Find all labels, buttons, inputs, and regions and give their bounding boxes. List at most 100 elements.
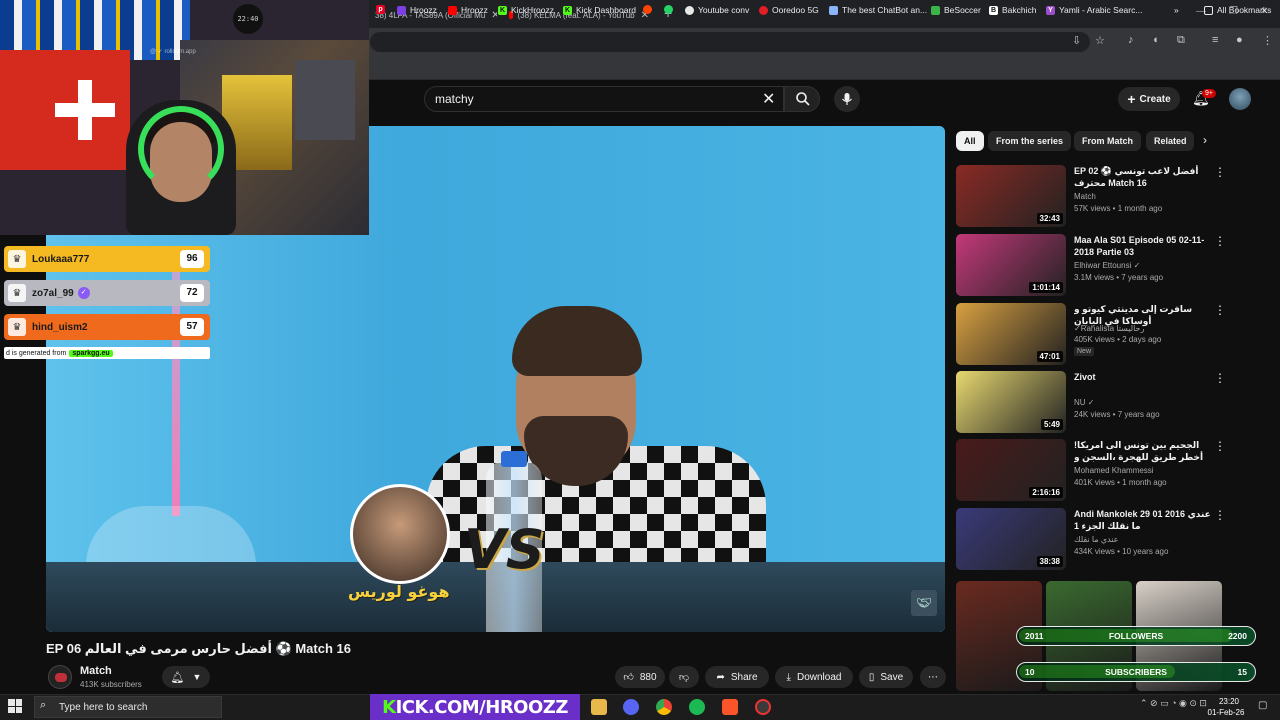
chip-from-match[interactable]: From Match bbox=[1074, 131, 1142, 151]
share-button[interactable]: ➦ Share bbox=[705, 666, 769, 688]
more-actions-button[interactable]: ⋯ bbox=[920, 666, 946, 688]
star-icon[interactable]: ☆ bbox=[1095, 34, 1105, 47]
more-icon[interactable]: ⋮ bbox=[1214, 165, 1226, 179]
spotify-icon[interactable] bbox=[689, 699, 705, 715]
channel-name[interactable]: Elhiwar Ettounsi ✓ bbox=[1074, 261, 1140, 270]
notification-center-icon[interactable]: ▢ bbox=[1258, 700, 1267, 711]
share-icon: ➦ bbox=[716, 671, 725, 683]
recommendation-item[interactable]: 38:38 Andi Mankolek 29 01 2016 عندي ما نق… bbox=[956, 508, 1226, 570]
bookmark-youtube-conv[interactable]: Youtube conv bbox=[685, 5, 749, 15]
recommendation-item[interactable]: 47:01 سافرت إلى مدينتي كيوتو و أوساكا في … bbox=[956, 303, 1226, 365]
chip-all[interactable]: All bbox=[956, 131, 984, 151]
bookmark-hroozz-twitch[interactable]: Hroozz bbox=[397, 5, 437, 15]
search-button[interactable] bbox=[784, 86, 820, 112]
bookmark-ooredoo[interactable]: Ooredoo 5G bbox=[759, 5, 819, 15]
channel-name[interactable]: Match bbox=[1074, 192, 1096, 201]
extensions-icon[interactable]: ⧉ bbox=[1177, 34, 1185, 47]
chevron-right-icon[interactable]: » bbox=[1174, 5, 1179, 15]
bookmark-kickhroozz[interactable]: K KickHroozz bbox=[498, 5, 554, 15]
chevron-right-icon[interactable]: › bbox=[1203, 133, 1207, 147]
chrome-icon[interactable] bbox=[656, 699, 672, 715]
install-icon[interactable]: ⇩ bbox=[1072, 34, 1081, 47]
subscription-bell-button[interactable]: 🔔︎ ▼ bbox=[162, 666, 210, 688]
account-avatar[interactable] bbox=[1229, 88, 1251, 110]
discord-icon[interactable] bbox=[623, 699, 639, 715]
video-duration: 1:01:14 bbox=[1029, 282, 1063, 293]
close-icon[interactable]: ✕ bbox=[762, 89, 775, 109]
audio-icon[interactable]: ◖ bbox=[1152, 34, 1159, 46]
windows-start-icon[interactable] bbox=[8, 699, 22, 713]
save-label: Save bbox=[880, 671, 904, 683]
leaderboard-footer: d is generated from sparkgg.eu bbox=[4, 347, 210, 359]
bell-icon: 🔔︎ bbox=[170, 671, 185, 684]
obs-icon[interactable] bbox=[755, 699, 771, 715]
more-icon[interactable]: ⋮ bbox=[1214, 371, 1226, 385]
close-icon[interactable]: ✕ bbox=[491, 10, 497, 21]
recommendation-item[interactable]: 1:01:14 Maa Ala S01 Episode 05 02-11-2018… bbox=[956, 234, 1226, 296]
more-icon[interactable]: ⋮ bbox=[1214, 508, 1226, 522]
voice-search-button[interactable] bbox=[834, 86, 860, 112]
pinterest-icon[interactable]: p bbox=[376, 5, 389, 14]
media-icon[interactable]: ≡ bbox=[1212, 34, 1218, 46]
create-label: Create bbox=[1139, 93, 1171, 105]
like-button[interactable]: 👍︎ 880 bbox=[615, 666, 665, 688]
channel-name[interactable]: Match bbox=[80, 665, 112, 677]
more-icon[interactable]: ⋮ bbox=[1214, 439, 1226, 453]
video-thumbnail[interactable]: 1:01:14 bbox=[956, 234, 1066, 296]
reddit-icon[interactable] bbox=[643, 5, 656, 14]
video-title[interactable]: Maa Ala S01 Episode 05 02-11-2018 Partie… bbox=[1074, 234, 1212, 258]
thumbs-down-icon: 👎︎ bbox=[678, 672, 690, 683]
video-meta: 24K views • 7 years ago bbox=[1074, 410, 1160, 419]
chatbot-icon bbox=[829, 5, 838, 15]
bookmark-yamli[interactable]: Y Yamli - Arabic Searc... bbox=[1046, 5, 1142, 15]
more-icon[interactable]: ⋮ bbox=[1214, 234, 1226, 248]
kick-banner: K ICK.COM/HROOZZ bbox=[370, 694, 580, 720]
system-tray[interactable]: ⌃ ⊘ ▭ ◔ ◉ ⊙ ⊡ bbox=[1140, 698, 1207, 709]
address-bar[interactable] bbox=[370, 32, 1090, 52]
kick-icon: K bbox=[498, 5, 507, 15]
channel-name[interactable]: NU ✓ bbox=[1074, 398, 1094, 407]
more-icon[interactable]: ⋮ bbox=[1214, 303, 1226, 317]
file-explorer-icon[interactable] bbox=[591, 699, 607, 715]
channel-name[interactable]: ✓Rahalista رحاليستا bbox=[1074, 324, 1144, 333]
save-button[interactable]: ▯ Save bbox=[859, 666, 913, 688]
chip-from-series[interactable]: From the series bbox=[988, 131, 1072, 151]
channel-avatar[interactable] bbox=[48, 665, 72, 689]
bookmark-hroozz-youtube[interactable]: Hroozz bbox=[448, 5, 488, 15]
video-title[interactable]: EP 02 ⚽️ أفضل لاعب تونسي محترف Match 16 bbox=[1074, 165, 1212, 189]
recommendation-item[interactable]: 32:43 EP 02 ⚽️ أفضل لاعب تونسي محترف Matc… bbox=[956, 165, 1226, 227]
whatsapp-icon[interactable] bbox=[664, 5, 677, 14]
music-icon[interactable]: ♪ bbox=[1128, 34, 1134, 46]
video-duration: 2:16:16 bbox=[1029, 487, 1063, 498]
download-button[interactable]: ⤓ Download bbox=[775, 666, 853, 688]
channel-name[interactable]: عندي ما نقلك bbox=[1074, 535, 1118, 544]
channel-name[interactable]: Mohamed Khammessi bbox=[1074, 466, 1154, 475]
search-input[interactable] bbox=[435, 92, 755, 106]
leaderboard-name: zo7al_99 bbox=[32, 287, 74, 299]
chip-related[interactable]: Related bbox=[1146, 131, 1194, 151]
dislike-button[interactable]: 👎︎ bbox=[669, 666, 699, 688]
menu-icon[interactable]: ⋮ bbox=[1262, 34, 1273, 47]
video-thumbnail[interactable]: 5:49 bbox=[956, 371, 1066, 433]
taskbar-time[interactable]: 23:20 bbox=[1214, 697, 1244, 706]
taskbar-search[interactable]: Type here to search bbox=[34, 696, 222, 718]
video-thumbnail[interactable]: 2:16:16 bbox=[956, 439, 1066, 501]
video-title[interactable]: Andi Mankolek 29 01 2016 عندي ما نقلك ال… bbox=[1074, 508, 1212, 532]
bookmark-bakchich[interactable]: B Bakchich bbox=[989, 5, 1037, 15]
video-thumbnail[interactable]: 32:43 bbox=[956, 165, 1066, 227]
video-duration: 32:43 bbox=[1036, 213, 1063, 224]
video-thumbnail[interactable]: 38:38 bbox=[956, 508, 1066, 570]
recommendation-item[interactable]: 2:16:16 الجحيم بين تونس الى امريكا! أخطر … bbox=[956, 439, 1226, 501]
brave-icon[interactable] bbox=[722, 699, 738, 715]
taskbar-date[interactable]: 01-Feb-26 bbox=[1204, 708, 1248, 717]
video-thumbnail[interactable]: 47:01 bbox=[956, 303, 1066, 365]
all-bookmarks[interactable]: All Bookmarks bbox=[1204, 5, 1271, 15]
video-title[interactable]: الجحيم بين تونس الى امريكا! أخطر طريق لل… bbox=[1074, 439, 1212, 463]
bookmark-chatbot[interactable]: The best ChatBot an... bbox=[829, 5, 927, 15]
video-title[interactable]: Zivot bbox=[1074, 371, 1212, 383]
bookmark-besoccer[interactable]: BeSoccer bbox=[931, 5, 981, 15]
profile-icon[interactable]: ● bbox=[1236, 34, 1243, 46]
recommendation-item[interactable]: 5:49 Zivot NU ✓ 24K views • 7 years ago ⋮ bbox=[956, 371, 1226, 433]
create-button[interactable]: + Create bbox=[1118, 87, 1180, 111]
bookmark-kick-dashboard[interactable]: K Kick Dashboard bbox=[563, 5, 636, 15]
